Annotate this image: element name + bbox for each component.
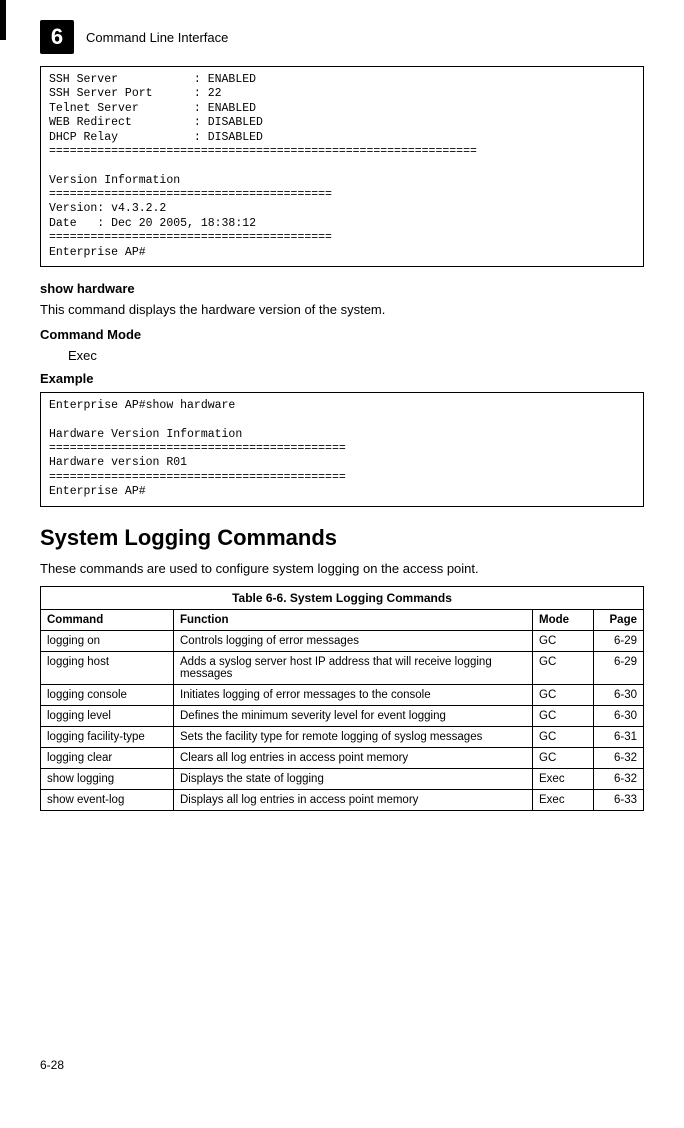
table-row: logging host Adds a syslog server host I…: [41, 651, 644, 684]
table-row: show logging Displays the state of loggi…: [41, 768, 644, 789]
table-row: show event-log Displays all log entries …: [41, 789, 644, 810]
cell-mode: Exec: [533, 789, 594, 810]
cell-mode: Exec: [533, 768, 594, 789]
table-row: logging on Controls logging of error mes…: [41, 630, 644, 651]
example-label: Example: [40, 371, 644, 386]
table-row: logging console Initiates logging of err…: [41, 684, 644, 705]
th-command: Command: [41, 609, 174, 630]
cell-function: Defines the minimum severity level for e…: [174, 705, 533, 726]
cell-function: Adds a syslog server host IP address tha…: [174, 651, 533, 684]
table-body: logging on Controls logging of error mes…: [41, 630, 644, 810]
code-output-1: SSH Server : ENABLED SSH Server Port : 2…: [40, 66, 644, 267]
section-title-logging: System Logging Commands: [40, 525, 644, 551]
cell-command: logging clear: [41, 747, 174, 768]
cell-function: Displays all log entries in access point…: [174, 789, 533, 810]
cell-page: 6-30: [594, 705, 644, 726]
cell-mode: GC: [533, 651, 594, 684]
th-page: Page: [594, 609, 644, 630]
cell-command: logging on: [41, 630, 174, 651]
cell-command: logging host: [41, 651, 174, 684]
cell-page: 6-30: [594, 684, 644, 705]
cell-page: 6-32: [594, 768, 644, 789]
cell-page: 6-29: [594, 630, 644, 651]
header-title: Command Line Interface: [86, 30, 228, 45]
section-desc-logging: These commands are used to configure sys…: [40, 561, 644, 576]
page: 6 Command Line Interface SSH Server : EN…: [0, 0, 684, 1088]
cell-page: 6-31: [594, 726, 644, 747]
cell-function: Displays the state of logging: [174, 768, 533, 789]
cell-page: 6-32: [594, 747, 644, 768]
command-mode-label: Command Mode: [40, 327, 644, 342]
cell-function: Initiates logging of error messages to t…: [174, 684, 533, 705]
table-header-row: Command Function Mode Page: [41, 609, 644, 630]
th-function: Function: [174, 609, 533, 630]
section-title-show-hardware: show hardware: [40, 281, 644, 296]
chapter-number: 6: [51, 24, 63, 50]
cell-command: logging facility-type: [41, 726, 174, 747]
cell-mode: GC: [533, 747, 594, 768]
left-stripe: [0, 0, 6, 40]
table-row: logging facility-type Sets the facility …: [41, 726, 644, 747]
table-row: logging clear Clears all log entries in …: [41, 747, 644, 768]
cell-mode: GC: [533, 726, 594, 747]
cell-page: 6-29: [594, 651, 644, 684]
command-mode-value: Exec: [68, 348, 644, 363]
cell-command: show event-log: [41, 789, 174, 810]
cell-function: Controls logging of error messages: [174, 630, 533, 651]
page-number: 6-28: [40, 1058, 64, 1072]
cell-mode: GC: [533, 705, 594, 726]
cell-mode: GC: [533, 630, 594, 651]
cell-command: logging console: [41, 684, 174, 705]
cell-command: logging level: [41, 705, 174, 726]
cell-mode: GC: [533, 684, 594, 705]
cell-function: Sets the facility type for remote loggin…: [174, 726, 533, 747]
chapter-number-box: 6: [40, 20, 74, 54]
code-output-2: Enterprise AP#show hardware Hardware Ver…: [40, 392, 644, 507]
table-caption: Table 6-6. System Logging Commands: [40, 586, 644, 609]
logging-commands-table: Table 6-6. System Logging Commands Comma…: [40, 586, 644, 811]
th-mode: Mode: [533, 609, 594, 630]
cell-page: 6-33: [594, 789, 644, 810]
cell-function: Clears all log entries in access point m…: [174, 747, 533, 768]
cell-command: show logging: [41, 768, 174, 789]
table-row: logging level Defines the minimum severi…: [41, 705, 644, 726]
page-header: 6 Command Line Interface: [40, 20, 644, 54]
section-desc: This command displays the hardware versi…: [40, 302, 644, 317]
